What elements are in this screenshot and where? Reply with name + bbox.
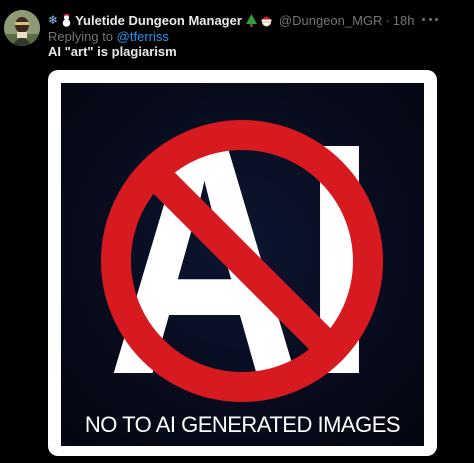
reply-context: Replying to @tferriss [48,29,169,44]
no-ai-sign-icon: AI [101,83,383,443]
dot-icon [435,17,438,21]
snowflake-icon: ❄ [48,13,59,27]
avatar[interactable] [4,10,40,46]
poster-caption: NO TO AI GENERATED IMAGES [84,412,401,437]
handle[interactable]: @Dungeon_MGR [279,13,383,28]
dot-icon [422,17,425,21]
tweet-media[interactable]: AI NO TO AI GENERATED IMAGES [48,70,437,456]
display-name[interactable]: ❄ Yuletide Dungeon Manager [48,13,276,28]
snowman-icon [62,13,71,27]
reply-prefix: Replying to [48,29,114,44]
timestamp[interactable]: 18h [393,13,415,28]
media-image: AI NO TO AI GENERATED IMAGES [61,83,424,446]
dot-icon [428,17,432,21]
reply-user-link[interactable]: @tferriss [117,29,169,44]
santa-icon [261,16,272,26]
tweet-text: AI "art" is plagiarism [48,44,177,59]
more-options-button[interactable] [422,12,438,26]
christmas-tree-icon [245,13,257,27]
separator-dot: · [385,12,390,28]
tweet[interactable]: ❄ Yuletide Dungeon Manager @Dungeon_MGR … [0,0,474,463]
tweet-header: ❄ Yuletide Dungeon Manager @Dungeon_MGR … [48,11,458,29]
display-name-text: Yuletide Dungeon Manager [75,12,242,28]
